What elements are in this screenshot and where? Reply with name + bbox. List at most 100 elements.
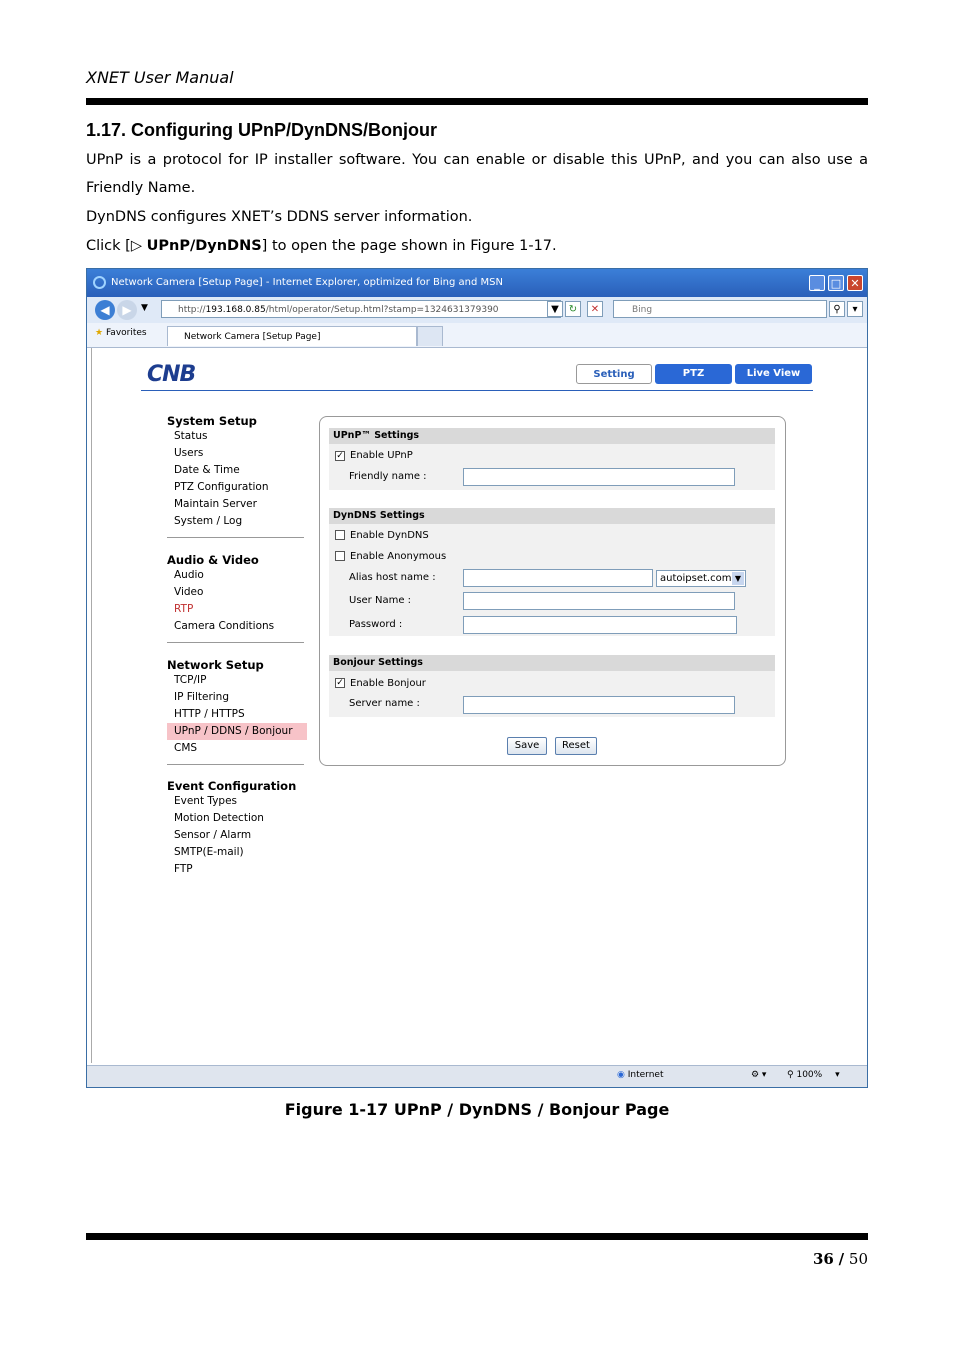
- protected-mode-icon[interactable]: ⚙ ▾: [751, 1070, 766, 1080]
- back-icon[interactable]: ◀: [95, 300, 115, 320]
- history-dropdown-icon[interactable]: ▼: [141, 303, 148, 313]
- upnp-section-header: UPnP™ Settings: [329, 428, 775, 444]
- minimize-icon[interactable]: _: [809, 275, 825, 291]
- server-name-input[interactable]: [463, 696, 735, 714]
- maximize-icon[interactable]: □: [828, 275, 844, 291]
- refresh-icon[interactable]: ↻: [565, 301, 581, 317]
- friendly-name-label: Friendly name :: [349, 471, 427, 482]
- sidebar-item-rtp[interactable]: RTP: [167, 601, 307, 618]
- menu-event-configuration: Event Configuration Event Types Motion D…: [167, 779, 307, 878]
- figure-caption: Figure 1-17 UPnP / DynDNS / Bonjour Page: [284, 1100, 670, 1119]
- sidebar-item-tcp-ip[interactable]: TCP/IP: [167, 672, 307, 689]
- header-divider: [141, 390, 813, 391]
- sidebar-item-video[interactable]: Video: [167, 584, 307, 601]
- menu-audio-video: Audio & Video Audio Video RTP Camera Con…: [167, 553, 307, 643]
- save-button[interactable]: Save: [507, 737, 547, 755]
- zoom-icon: ⚲: [787, 1070, 794, 1080]
- menu-system-setup: System Setup Status Users Date & Time PT…: [167, 414, 307, 538]
- search-dropdown-icon[interactable]: ▾: [847, 301, 863, 317]
- paragraph-dyndns: DynDNS configures XNET’s DDNS server inf…: [86, 209, 473, 225]
- tab-ptz[interactable]: PTZ: [655, 364, 732, 384]
- sidebar-item-smtp[interactable]: SMTP(E-mail): [167, 844, 307, 861]
- sidebar-item-cms[interactable]: CMS: [167, 740, 307, 757]
- menu-heading: Event Configuration: [167, 779, 297, 793]
- enable-anonymous-label: Enable Anonymous: [350, 551, 447, 562]
- friendly-name-input[interactable]: [463, 468, 735, 486]
- menu-network-setup: Network Setup TCP/IP IP Filtering HTTP /…: [167, 658, 307, 765]
- enable-upnp-label: Enable UPnP: [350, 450, 413, 461]
- sidebar-item-maintain-server[interactable]: Maintain Server: [167, 496, 307, 513]
- menu-heading: Network Setup: [167, 658, 264, 672]
- internet-zone: ◉ Internet: [617, 1070, 664, 1080]
- stop-icon[interactable]: ✕: [587, 301, 603, 317]
- domain-select[interactable]: autoipset.com ▼: [656, 570, 746, 587]
- paragraph-upnp: UPnP is a protocol for IP installer soft…: [86, 152, 868, 196]
- menu-divider: [167, 537, 304, 538]
- search-icon[interactable]: ⚲: [829, 301, 845, 317]
- server-name-label: Server name :: [349, 698, 420, 709]
- menu-heading: System Setup: [167, 414, 257, 428]
- password-label: Password :: [349, 619, 403, 630]
- status-bar: ◉ Internet ⚙ ▾ ⚲ 100% ▾: [87, 1065, 867, 1087]
- enable-upnp-checkbox[interactable]: ✓: [335, 451, 345, 461]
- reset-button[interactable]: Reset: [555, 737, 597, 755]
- header-rule: [86, 98, 868, 105]
- sidebar-item-status[interactable]: Status: [167, 428, 307, 445]
- sidebar-item-camera-conditions[interactable]: Camera Conditions: [167, 618, 307, 635]
- window-title: Network Camera [Setup Page] - Internet E…: [111, 277, 503, 288]
- close-icon[interactable]: ✕: [847, 275, 863, 291]
- forward-icon[interactable]: ▶: [117, 300, 137, 320]
- star-icon: ★: [95, 328, 104, 338]
- section-title: 1.17. Configuring UPnP/DynDNS/Bonjour: [86, 120, 438, 140]
- favorites-bar: ★ Favorites Network Camera [Setup Page]: [87, 323, 867, 348]
- tab-setting[interactable]: Setting: [576, 364, 652, 384]
- sidebar-item-ptz-configuration[interactable]: PTZ Configuration: [167, 479, 307, 496]
- new-tab-button[interactable]: [417, 326, 443, 346]
- page-number: 36 / 50: [812, 1250, 868, 1268]
- cnb-logo: CNB: [147, 362, 196, 387]
- sidebar-item-upnp-ddns-bonjour[interactable]: UPnP / DDNS / Bonjour: [167, 723, 307, 740]
- menu-divider: [167, 642, 304, 643]
- sidebar-item-sensor-alarm[interactable]: Sensor / Alarm: [167, 827, 307, 844]
- address-dropdown-icon[interactable]: ▼: [547, 301, 563, 317]
- chevron-down-icon: ▾: [835, 1070, 840, 1080]
- alias-host-input[interactable]: [463, 569, 653, 587]
- sidebar-item-system-log[interactable]: System / Log: [167, 513, 307, 530]
- zoom-control[interactable]: ⚲ 100% ▾: [787, 1070, 840, 1080]
- enable-bonjour-label: Enable Bonjour: [350, 678, 426, 689]
- user-name-input[interactable]: [463, 592, 735, 610]
- sidebar-item-http-https[interactable]: HTTP / HTTPS: [167, 706, 307, 723]
- enable-dyndns-label: Enable DynDNS: [350, 530, 429, 541]
- user-name-label: User Name :: [349, 595, 412, 606]
- search-input[interactable]: Bing: [613, 300, 827, 318]
- sidebar-item-users[interactable]: Users: [167, 445, 307, 462]
- sidebar-item-ip-filtering[interactable]: IP Filtering: [167, 689, 307, 706]
- tab-live-view[interactable]: Live View: [735, 364, 812, 384]
- browser-tab[interactable]: Network Camera [Setup Page]: [167, 326, 417, 346]
- dyndns-section-header: DynDNS Settings: [329, 508, 775, 524]
- sidebar-item-event-types[interactable]: Event Types: [167, 793, 307, 810]
- password-input[interactable]: [463, 616, 737, 634]
- sidebar-item-date-time[interactable]: Date & Time: [167, 462, 307, 479]
- globe-icon: ◉: [617, 1070, 625, 1080]
- window-titlebar: Network Camera [Setup Page] - Internet E…: [87, 269, 867, 297]
- alias-host-label: Alias host name :: [349, 572, 436, 583]
- sidebar-item-audio[interactable]: Audio: [167, 567, 307, 584]
- chevron-down-icon: ▼: [732, 572, 744, 585]
- footer-rule: [86, 1233, 868, 1240]
- paragraph-click-instruction: Click [▷ UPnP/DynDNS] to open the page s…: [86, 238, 557, 254]
- menu-heading: Audio & Video: [167, 553, 259, 567]
- enable-anonymous-checkbox[interactable]: [335, 551, 345, 561]
- address-input[interactable]: http://193.168.0.85/html/operator/Setup.…: [161, 300, 561, 318]
- manual-title: XNET User Manual: [86, 68, 234, 87]
- sidebar-item-ftp[interactable]: FTP: [167, 861, 307, 878]
- bonjour-section-header: Bonjour Settings: [329, 655, 775, 671]
- triangle-icon: ▷: [130, 238, 142, 254]
- address-bar-row: ◀ ▶ ▼ http://193.168.0.85/html/operator/…: [87, 297, 867, 323]
- sidebar-item-motion-detection[interactable]: Motion Detection: [167, 810, 307, 827]
- enable-dyndns-checkbox[interactable]: [335, 530, 345, 540]
- browser-screenshot: Network Camera [Setup Page] - Internet E…: [86, 268, 868, 1088]
- ie-icon: [93, 276, 106, 289]
- enable-bonjour-checkbox[interactable]: ✓: [335, 678, 345, 688]
- favorites-button[interactable]: ★ Favorites: [95, 328, 147, 338]
